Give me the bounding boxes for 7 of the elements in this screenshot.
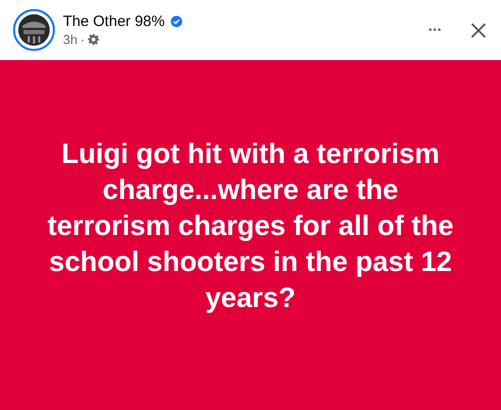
separator-dot: · <box>80 32 85 47</box>
close-icon[interactable] <box>470 22 487 38</box>
post-text: Luigi got hit with a terrorism charge...where are the terrorism charges for all of the school shooters in the past 12 years? <box>46 137 455 315</box>
gear-icon[interactable] <box>88 34 99 45</box>
author-name[interactable]: The Other 98% <box>63 13 165 30</box>
post-time[interactable]: 3h <box>63 32 78 47</box>
more-options-button[interactable]: ••• <box>422 20 448 40</box>
